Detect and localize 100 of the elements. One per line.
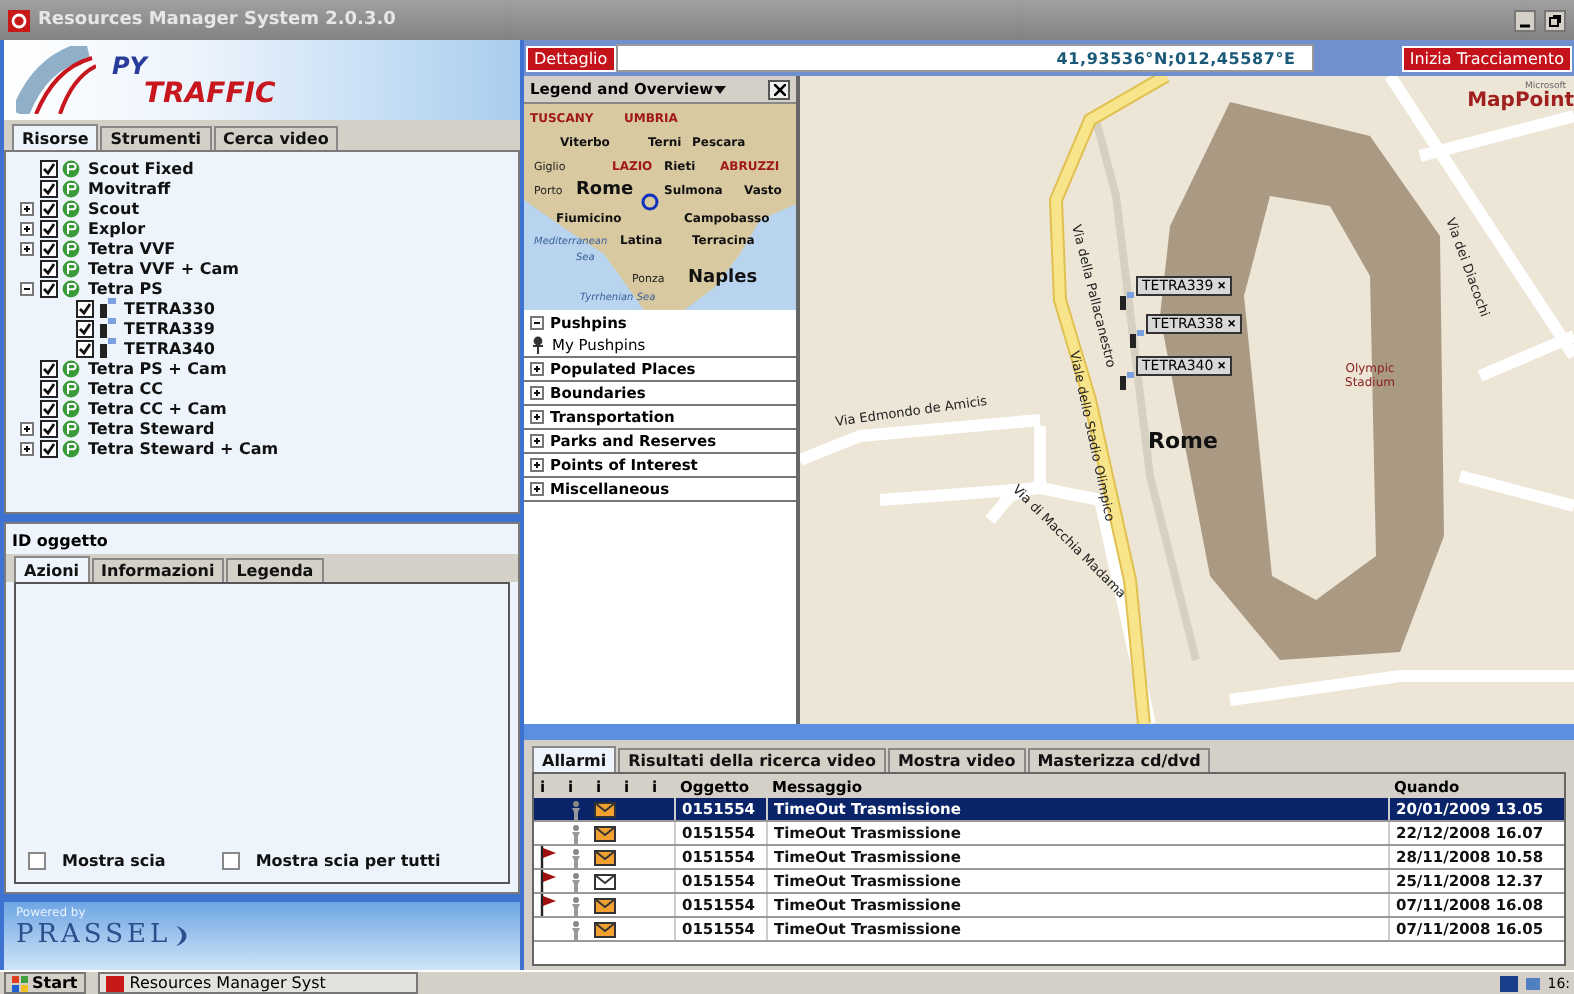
tab[interactable]: Risultati della ricerca video bbox=[618, 748, 886, 772]
resource-icon bbox=[62, 219, 80, 237]
radio-device-icon[interactable] bbox=[1120, 292, 1134, 310]
checkbox[interactable] bbox=[40, 439, 58, 457]
restore-button[interactable] bbox=[1544, 9, 1566, 31]
tree-item[interactable]: TETRA330 bbox=[124, 299, 215, 317]
radio-device-icon bbox=[98, 318, 116, 338]
tab[interactable]: Informazioni bbox=[91, 558, 225, 582]
tree-item[interactable]: Tetra Steward bbox=[88, 419, 215, 437]
expand-toggle[interactable] bbox=[20, 441, 34, 455]
tree-item[interactable]: Tetra Steward + Cam bbox=[88, 439, 279, 457]
checkbox[interactable] bbox=[40, 399, 58, 417]
tree-item[interactable]: Tetra VVF + Cam bbox=[88, 259, 239, 277]
resource-icon bbox=[62, 359, 80, 377]
checkbox[interactable] bbox=[40, 239, 58, 257]
tree-item[interactable]: Tetra CC bbox=[88, 379, 164, 397]
tab[interactable]: Risorse bbox=[12, 124, 99, 150]
detail-label: Dettaglio bbox=[526, 45, 616, 71]
expand-toggle[interactable] bbox=[530, 434, 544, 448]
envelope-icon bbox=[593, 849, 615, 865]
person-icon bbox=[570, 799, 582, 819]
tree-item[interactable]: Tetra CC + Cam bbox=[88, 399, 227, 417]
flag-icon bbox=[539, 894, 557, 916]
expand-toggle[interactable] bbox=[530, 315, 544, 329]
tab[interactable]: Legenda bbox=[226, 558, 324, 582]
tree-item[interactable]: Tetra VVF bbox=[88, 239, 176, 257]
checkbox[interactable] bbox=[40, 279, 58, 297]
expand-toggle[interactable] bbox=[530, 410, 544, 424]
expand-toggle[interactable] bbox=[530, 386, 544, 400]
person-icon bbox=[570, 823, 582, 843]
place-label: Naples bbox=[688, 268, 758, 288]
resource-icon bbox=[62, 419, 80, 437]
expand-toggle[interactable] bbox=[20, 421, 34, 435]
expand-toggle[interactable] bbox=[530, 362, 544, 376]
resource-icon bbox=[62, 399, 80, 417]
app-icon bbox=[105, 975, 124, 991]
checkbox[interactable] bbox=[76, 319, 94, 337]
checkbox[interactable] bbox=[40, 419, 58, 437]
expand-toggle[interactable] bbox=[530, 482, 544, 496]
tree-item[interactable]: TETRA339 bbox=[124, 319, 215, 337]
windows-logo-icon bbox=[12, 975, 28, 991]
checkbox[interactable] bbox=[40, 359, 58, 377]
location-circle-icon bbox=[641, 193, 659, 211]
resource-icon bbox=[62, 199, 80, 217]
caret-icon[interactable] bbox=[713, 85, 726, 93]
checkbox[interactable] bbox=[40, 179, 58, 197]
resource-icon bbox=[62, 239, 80, 257]
radio-device-icon[interactable] bbox=[1120, 372, 1134, 390]
tree-item[interactable]: Tetra PS + Cam bbox=[88, 359, 227, 377]
checkbox[interactable] bbox=[40, 219, 58, 237]
radio-device-icon bbox=[98, 338, 116, 358]
resource-icon bbox=[62, 159, 80, 177]
tab[interactable]: Strumenti bbox=[100, 126, 212, 150]
checkbox[interactable] bbox=[76, 299, 94, 317]
tab[interactable]: Cerca video bbox=[213, 126, 339, 150]
checkbox[interactable] bbox=[76, 339, 94, 357]
person-icon bbox=[570, 871, 582, 891]
checkbox[interactable] bbox=[40, 259, 58, 277]
tab[interactable]: Masterizza cd/dvd bbox=[1027, 748, 1211, 772]
checkbox[interactable] bbox=[221, 852, 240, 870]
checkbox[interactable] bbox=[40, 199, 58, 217]
expand-toggle[interactable] bbox=[20, 221, 34, 235]
start-button[interactable]: Start bbox=[4, 972, 86, 994]
tab[interactable]: Allarmi bbox=[532, 746, 617, 772]
tree-item[interactable]: Scout bbox=[88, 199, 140, 217]
tree-item[interactable]: Scout Fixed bbox=[88, 159, 194, 177]
tree-item[interactable]: TETRA340 bbox=[124, 339, 215, 357]
app-icon bbox=[8, 9, 30, 31]
person-icon bbox=[570, 847, 582, 867]
tree-item[interactable]: Movitraff bbox=[88, 179, 171, 197]
resource-icon bbox=[62, 259, 80, 277]
tab[interactable]: Mostra video bbox=[887, 748, 1026, 772]
expand-toggle[interactable] bbox=[530, 458, 544, 472]
resource-icon bbox=[62, 439, 80, 457]
envelope-icon bbox=[593, 873, 615, 889]
resource-icon bbox=[62, 379, 80, 397]
window-title: Resources Manager System 2.0.3.0 bbox=[38, 10, 398, 30]
pushpin-icon bbox=[530, 336, 546, 354]
tray-icon[interactable] bbox=[1499, 975, 1518, 991]
tree-item[interactable]: Explor bbox=[88, 219, 146, 237]
brand-logo: PRASSEL bbox=[16, 920, 508, 950]
flag-icon bbox=[539, 870, 557, 892]
expand-toggle[interactable] bbox=[20, 241, 34, 255]
flag-icon bbox=[539, 846, 557, 868]
start-tracking-button[interactable]: Inizia Tracciamento bbox=[1401, 45, 1572, 71]
tree-item[interactable]: Tetra PS bbox=[88, 279, 163, 297]
minimize-button[interactable] bbox=[1514, 9, 1536, 31]
tab[interactable]: Azioni bbox=[14, 556, 90, 582]
envelope-icon bbox=[593, 801, 615, 817]
checkbox[interactable] bbox=[40, 159, 58, 177]
coordinates-field: 41,93536°N;012,45587°E bbox=[615, 44, 1314, 72]
taskbar-button[interactable]: Resources Manager Syst bbox=[97, 972, 418, 994]
radio-device-icon[interactable] bbox=[1130, 330, 1144, 348]
checkbox[interactable] bbox=[28, 852, 46, 870]
close-button[interactable] bbox=[768, 79, 790, 99]
brand-logo: PY TRAFFIC bbox=[96, 50, 316, 110]
expand-toggle[interactable] bbox=[20, 281, 34, 295]
checkbox[interactable] bbox=[40, 379, 58, 397]
envelope-icon bbox=[593, 921, 615, 937]
expand-toggle[interactable] bbox=[20, 201, 34, 215]
